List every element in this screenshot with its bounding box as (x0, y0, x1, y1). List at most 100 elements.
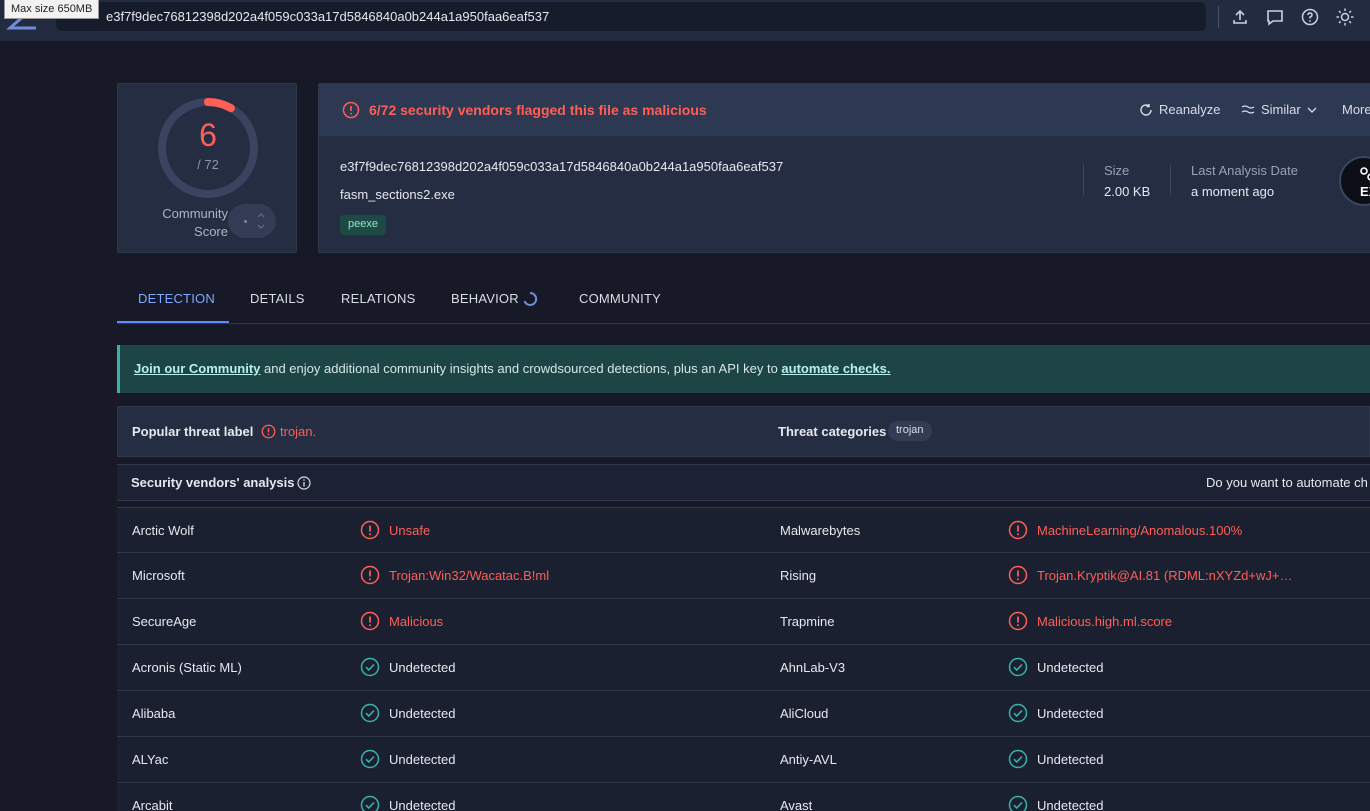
vendor-row: Microsoft Trojan:Win32/Wacatac.B!ml Rising… (117, 553, 1370, 599)
vendor-name: Trapmine (780, 614, 835, 629)
toolbar-divider (1218, 6, 1219, 28)
vendor-result: Unsafe (360, 520, 430, 540)
vendors-title: Security vendors' analysis (131, 475, 295, 490)
upload-size-tooltip: Max size 650MB (4, 0, 100, 19)
vendor-name: Avast (780, 798, 813, 811)
vendor-result: Undetected (360, 749, 456, 769)
size-value: 2.00 KB (1104, 184, 1151, 199)
vendor-result: Trojan.Kryptik@AI.81 (RDML:nXYZd+wJ+… (1008, 565, 1292, 585)
vendor-result: Undetected (1008, 749, 1104, 769)
theme-icon[interactable] (1334, 6, 1356, 28)
reanalyze-button[interactable]: Reanalyze (1139, 102, 1220, 117)
malicious-icon (360, 565, 380, 585)
vote-arrows-icon[interactable] (256, 210, 266, 232)
community-score-label: Community Score (162, 206, 228, 239)
vendor-row: ALYac Undetected Antiy-AVL Undetected (117, 737, 1370, 783)
vendor-row: Alibaba Undetected AliCloud Undetected (117, 691, 1370, 737)
undetected-check-icon (360, 703, 380, 723)
file-type-tag[interactable]: peexe (340, 215, 386, 235)
automate-checks-link[interactable]: automate checks. (781, 361, 890, 376)
search-box[interactable] (56, 2, 1206, 31)
more-dropdown[interactable]: More (1342, 102, 1370, 117)
search-input[interactable] (106, 2, 1196, 31)
vendors-table: Arctic Wolf Unsafe Malwarebytes MachineLear… (117, 507, 1370, 811)
vendor-name: AhnLab-V3 (780, 660, 846, 675)
vendor-name: Alibaba (132, 706, 176, 721)
threat-categories-label: Threat categories (778, 424, 887, 439)
vendor-result: Undetected (1008, 795, 1104, 811)
tab-behavior[interactable]: BEHAVIOR (451, 291, 519, 306)
vendors-header: Security vendors' analysis Do you want t… (117, 464, 1370, 501)
community-score-vote[interactable] (228, 204, 276, 238)
undetected-check-icon (1008, 657, 1028, 677)
vendor-result: Undetected (1008, 703, 1104, 723)
vendor-result: Undetected (1008, 657, 1104, 677)
vendor-name: Microsoft (132, 568, 185, 583)
file-type-badge: EX (1339, 156, 1370, 206)
popular-threat-label: Popular threat label (132, 424, 254, 439)
malicious-icon (1008, 611, 1028, 631)
vendor-total: / 72 (197, 157, 219, 172)
undetected-check-icon (360, 657, 380, 677)
tab-details[interactable]: DETAILS (250, 291, 305, 306)
vendor-result: Trojan:Win32/Wacatac.B!ml (360, 565, 549, 585)
undetected-check-icon (1008, 795, 1028, 811)
automate-checks-prompt[interactable]: Do you want to automate ch (1206, 475, 1368, 490)
tab-detection[interactable]: DETECTION (138, 291, 215, 306)
tab-relations[interactable]: RELATIONS (341, 291, 416, 306)
detection-count: 6 (199, 117, 217, 153)
vendor-row: Arctic Wolf Unsafe Malwarebytes MachineLear… (117, 507, 1370, 553)
vendor-result: Malicious.high.ml.score (1008, 611, 1172, 631)
refresh-icon (1140, 103, 1152, 116)
vendor-name: SecureAge (132, 614, 197, 629)
detection-score-card: 6 / 72 Community Score (117, 83, 297, 253)
comment-icon[interactable] (1264, 6, 1286, 28)
vendor-result: Undetected (360, 657, 456, 677)
vendor-name: Rising (780, 568, 817, 583)
last-analysis-label: Last Analysis Date (1191, 163, 1298, 178)
help-icon[interactable] (1299, 6, 1321, 28)
vendor-result: Undetected (360, 703, 456, 723)
last-analysis-value: a moment ago (1191, 184, 1275, 199)
tab-community[interactable]: COMMUNITY (579, 291, 661, 306)
gears-icon (1360, 167, 1370, 181)
vendor-row: Acronis (Static ML) Undetected AhnLab-V3 Un… (117, 645, 1370, 691)
malicious-icon (360, 520, 380, 540)
vendor-result: MachineLearning/Anomalous.100% (1008, 520, 1242, 540)
popular-threat-value[interactable]: trojan. (280, 424, 316, 439)
join-community-link[interactable]: Join our Community (134, 361, 260, 376)
vendor-name: Acronis (Static ML) (132, 660, 242, 675)
vendor-name: Arcabit (132, 798, 173, 811)
size-label: Size (1104, 163, 1130, 178)
alert-icon (342, 101, 360, 119)
undetected-check-icon (1008, 703, 1028, 723)
tab-bar: DETECTION DETAILS RELATIONS BEHAVIOR COM… (117, 281, 1370, 324)
undetected-check-icon (360, 795, 380, 811)
meta-divider (1083, 164, 1084, 195)
vendor-name: Arctic Wolf (132, 523, 194, 538)
community-banner: Join our Community and enjoy additional … (117, 345, 1370, 393)
vendor-name: Malwarebytes (780, 523, 861, 538)
malicious-icon (360, 611, 380, 631)
vendor-name: AliCloud (780, 706, 829, 721)
threat-category-pill[interactable]: trojan (888, 421, 932, 441)
file-name: fasm_sections2.exe (340, 187, 455, 202)
malicious-icon (1008, 520, 1028, 540)
active-tab-indicator (117, 321, 229, 323)
vendor-result: Malicious (360, 611, 443, 631)
meta-divider (1170, 164, 1171, 195)
chevron-down-icon (1307, 107, 1317, 113)
vendor-result: Undetected (360, 795, 456, 811)
loading-spinner-icon (523, 291, 538, 306)
file-hash: e3f7f9dec76812398d202a4f059c033a17d58468… (340, 159, 784, 174)
undetected-check-icon (360, 749, 380, 769)
alert-bar: 6/72 security vendors flagged this file … (319, 84, 1370, 136)
info-icon[interactable] (297, 476, 311, 490)
file-summary-panel: 6/72 security vendors flagged this file … (318, 83, 1370, 253)
vendor-row: SecureAge Malicious Trapmine Malicious.high… (117, 599, 1370, 645)
similar-dropdown[interactable]: Similar (1241, 102, 1317, 117)
top-bar (0, 0, 1370, 41)
similar-icon (1241, 104, 1255, 114)
upload-icon[interactable] (1229, 6, 1251, 28)
undetected-check-icon (1008, 749, 1028, 769)
